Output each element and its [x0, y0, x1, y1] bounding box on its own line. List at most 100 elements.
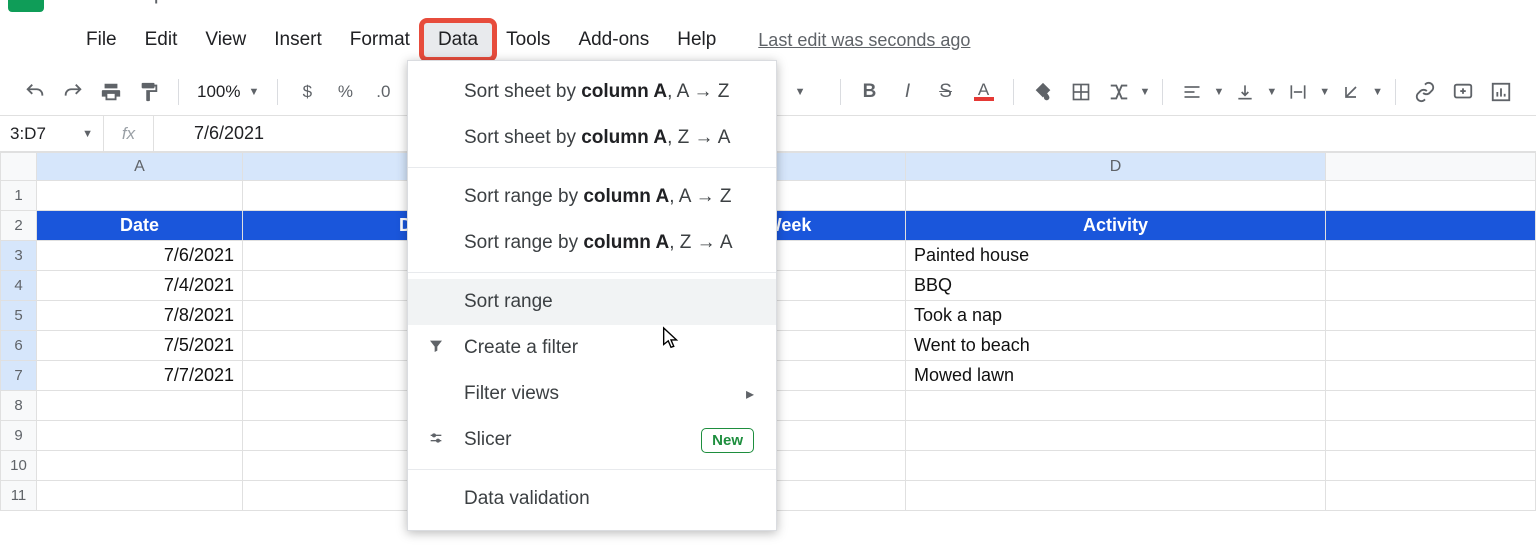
- slicer-icon: [428, 430, 444, 451]
- row-header[interactable]: 11: [1, 481, 37, 511]
- merge-icon[interactable]: [1102, 75, 1136, 109]
- menu-sort-sheet-za[interactable]: Sort sheet by column A, Z → A: [408, 115, 776, 161]
- menu-create-filter[interactable]: Create a filter: [408, 325, 776, 371]
- insert-chart-icon[interactable]: [1484, 75, 1518, 109]
- insert-link-icon[interactable]: [1408, 75, 1442, 109]
- menu-tools[interactable]: Tools: [492, 23, 564, 57]
- cell[interactable]: 7/4/2021: [37, 271, 243, 301]
- cell[interactable]: [37, 421, 243, 451]
- row-header[interactable]: 2: [1, 211, 37, 241]
- undo-icon[interactable]: [18, 75, 52, 109]
- cell[interactable]: 7/5/2021: [37, 331, 243, 361]
- strikethrough-icon[interactable]: S: [929, 75, 963, 109]
- cell[interactable]: [1326, 301, 1536, 331]
- caret-down-icon[interactable]: ▼: [1140, 86, 1151, 98]
- text-rotation-icon[interactable]: [1334, 75, 1368, 109]
- menu-slicer[interactable]: Slicer New: [408, 417, 776, 463]
- cell[interactable]: [1326, 421, 1536, 451]
- cell[interactable]: [1326, 241, 1536, 271]
- menu-data-validation[interactable]: Data validation: [408, 476, 776, 522]
- row-header[interactable]: 8: [1, 391, 37, 421]
- cell[interactable]: Mowed lawn: [906, 361, 1326, 391]
- cell[interactable]: Took a nap: [906, 301, 1326, 331]
- print-icon[interactable]: [94, 75, 128, 109]
- vertical-align-icon[interactable]: [1228, 75, 1262, 109]
- horizontal-align-icon[interactable]: [1175, 75, 1209, 109]
- row-header[interactable]: 7: [1, 361, 37, 391]
- cell[interactable]: 7/8/2021: [37, 301, 243, 331]
- cell[interactable]: [1326, 391, 1536, 421]
- text-wrap-icon[interactable]: [1281, 75, 1315, 109]
- cell[interactable]: Activity: [906, 211, 1326, 241]
- row-header[interactable]: 3: [1, 241, 37, 271]
- cell[interactable]: [1326, 451, 1536, 481]
- text-color-icon[interactable]: A: [967, 75, 1001, 109]
- row-header[interactable]: 1: [1, 181, 37, 211]
- row-header[interactable]: 10: [1, 451, 37, 481]
- cell[interactable]: 7/7/2021: [37, 361, 243, 391]
- cell[interactable]: [37, 451, 243, 481]
- row-header[interactable]: 9: [1, 421, 37, 451]
- menu-filter-views[interactable]: Filter views ▸: [408, 371, 776, 417]
- caret-down-icon[interactable]: ▼: [1319, 86, 1330, 98]
- row-header[interactable]: 6: [1, 331, 37, 361]
- caret-down-icon[interactable]: ▼: [1372, 86, 1383, 98]
- cell[interactable]: [906, 451, 1326, 481]
- cell[interactable]: [1326, 271, 1536, 301]
- borders-icon[interactable]: [1064, 75, 1098, 109]
- cell[interactable]: [37, 181, 243, 211]
- zoom-select[interactable]: 100% ▼: [191, 82, 265, 102]
- column-header-blank[interactable]: [1326, 153, 1536, 181]
- formula-input[interactable]: 7/6/2021: [154, 123, 1536, 144]
- data-menu-dropdown: Sort sheet by column A, A → Z Sort sheet…: [407, 60, 777, 531]
- cell[interactable]: [1326, 181, 1536, 211]
- cell[interactable]: [906, 421, 1326, 451]
- menu-format[interactable]: Format: [336, 23, 424, 57]
- row-header[interactable]: 5: [1, 301, 37, 331]
- menu-help[interactable]: Help: [663, 23, 730, 57]
- menu-view[interactable]: View: [191, 23, 260, 57]
- menu-edit[interactable]: Edit: [131, 23, 192, 57]
- menu-addons[interactable]: Add-ons: [564, 23, 663, 57]
- menu-sort-range-za[interactable]: Sort range by column A, Z → A: [408, 220, 776, 266]
- cell[interactable]: [37, 391, 243, 421]
- cell[interactable]: [1326, 481, 1536, 511]
- select-all-corner[interactable]: [1, 153, 37, 181]
- caret-down-icon[interactable]: ▼: [1266, 86, 1277, 98]
- cell[interactable]: [906, 181, 1326, 211]
- column-header-d[interactable]: D: [906, 153, 1326, 181]
- italic-icon[interactable]: I: [891, 75, 925, 109]
- cell[interactable]: 7/6/2021: [37, 241, 243, 271]
- insert-comment-icon[interactable]: [1446, 75, 1480, 109]
- menu-file[interactable]: File: [72, 23, 131, 57]
- name-box[interactable]: 3:D7 ▼: [0, 116, 104, 151]
- cell[interactable]: [37, 481, 243, 511]
- menu-sort-sheet-az[interactable]: Sort sheet by column A, A → Z: [408, 69, 776, 115]
- row-header[interactable]: 4: [1, 271, 37, 301]
- currency-format-button[interactable]: $: [290, 75, 324, 109]
- menu-sort-range[interactable]: Sort range: [408, 279, 776, 325]
- document-title[interactable]: Untitled spreadsheet: [62, 0, 264, 5]
- cell[interactable]: BBQ: [906, 271, 1326, 301]
- decrease-decimal-button[interactable]: .0: [366, 75, 400, 109]
- menu-sort-range-az[interactable]: Sort range by column A, A → Z: [408, 174, 776, 220]
- column-header-a[interactable]: A: [37, 153, 243, 181]
- cell[interactable]: [906, 391, 1326, 421]
- percent-format-button[interactable]: %: [328, 75, 362, 109]
- cell[interactable]: [1326, 211, 1536, 241]
- caret-down-icon[interactable]: ▼: [1213, 86, 1224, 98]
- last-edit-link[interactable]: Last edit was seconds ago: [758, 30, 970, 51]
- menu-insert[interactable]: Insert: [260, 23, 336, 57]
- cell[interactable]: Date: [37, 211, 243, 241]
- menu-data[interactable]: Data: [424, 23, 492, 57]
- bold-icon[interactable]: B: [853, 75, 887, 109]
- fill-color-icon[interactable]: [1026, 75, 1060, 109]
- cell[interactable]: [1326, 331, 1536, 361]
- caret-down-icon[interactable]: ▼: [795, 86, 806, 98]
- cell[interactable]: [1326, 361, 1536, 391]
- cell[interactable]: Went to beach: [906, 331, 1326, 361]
- paint-format-icon[interactable]: [132, 75, 166, 109]
- cell[interactable]: Painted house: [906, 241, 1326, 271]
- redo-icon[interactable]: [56, 75, 90, 109]
- cell[interactable]: [906, 481, 1326, 511]
